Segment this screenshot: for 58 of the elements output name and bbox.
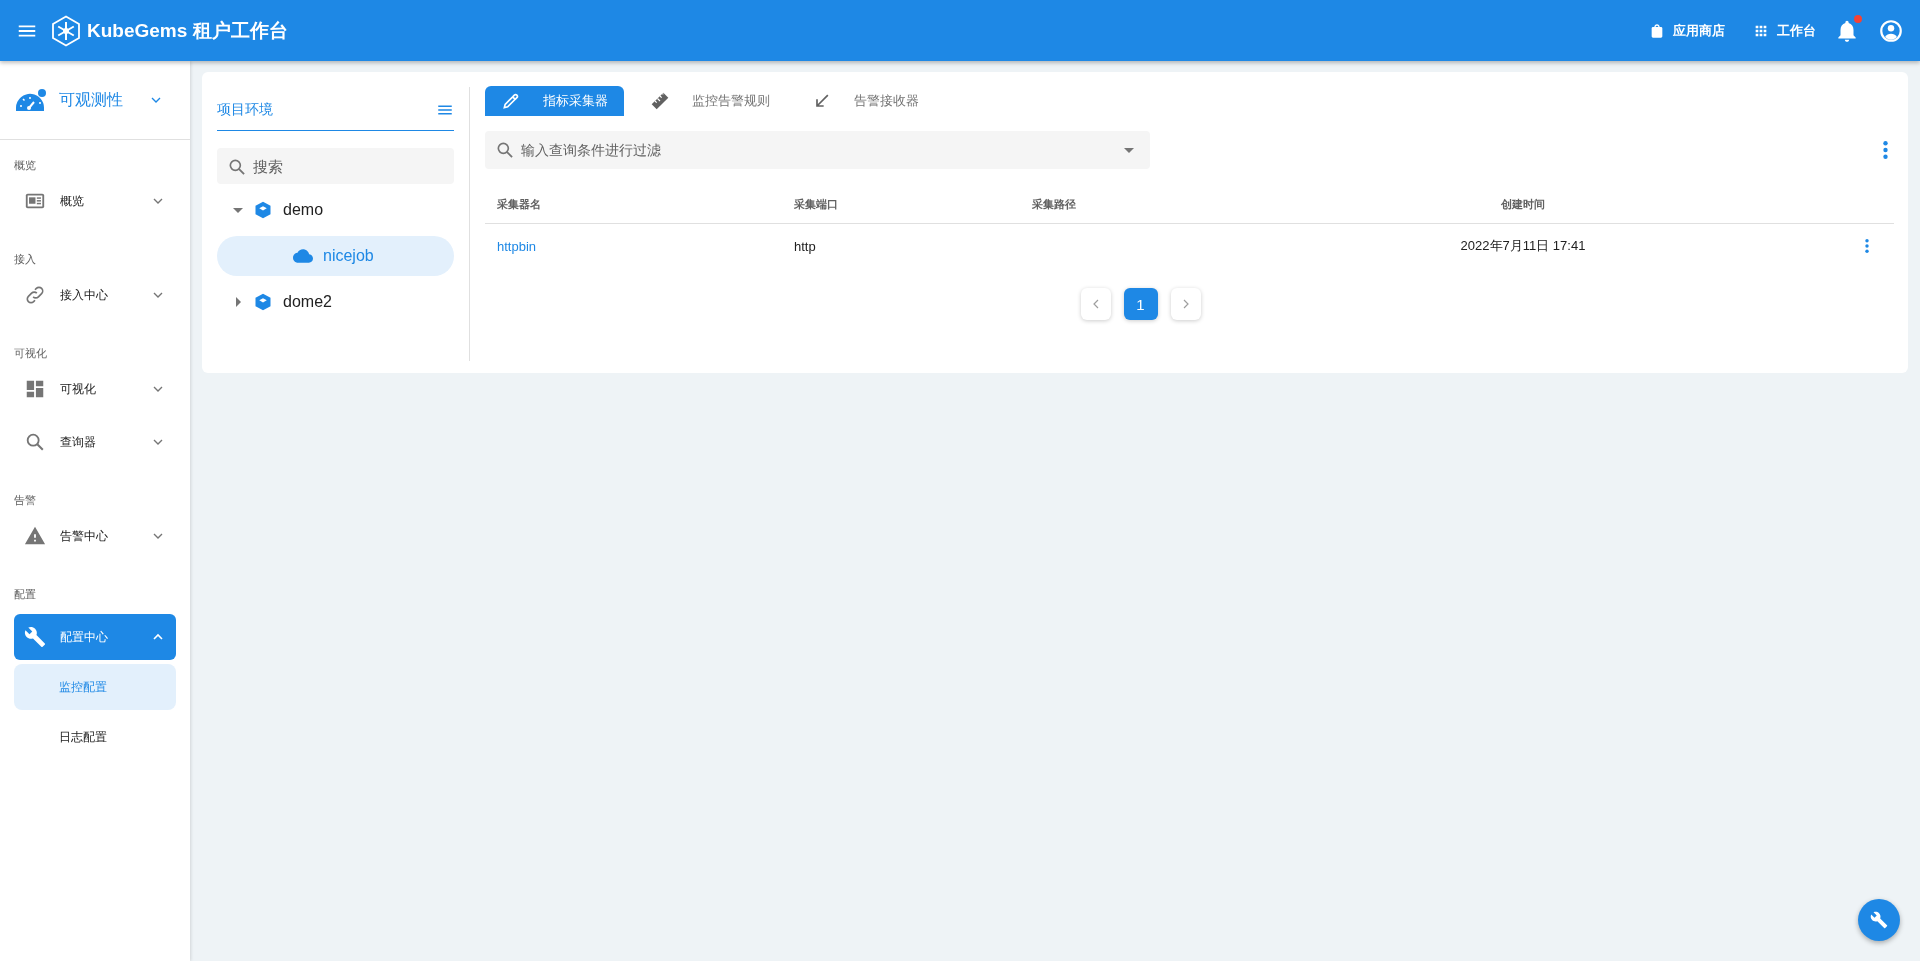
caret-down-icon xyxy=(233,207,243,213)
warning-icon xyxy=(24,525,46,547)
column-header: 创建时间 xyxy=(1500,196,1546,212)
wrench-icon xyxy=(1870,911,1888,929)
caret-right-icon xyxy=(235,297,241,307)
sidebar-subitem[interactable]: 监控配置 xyxy=(14,664,176,710)
nav-link[interactable]: 应用商店 xyxy=(1649,21,1725,40)
section-label: 概览 xyxy=(13,158,37,173)
store-bag-icon xyxy=(1649,22,1665,39)
tab[interactable]: 告警接收器 xyxy=(796,86,935,116)
sidebar-item[interactable]: 概览 xyxy=(14,181,176,221)
search-icon xyxy=(495,140,515,160)
column-header: 采集路径 xyxy=(1031,196,1077,212)
account-icon xyxy=(1878,17,1904,44)
filter-field[interactable]: 输入查询条件进行过滤 xyxy=(485,131,1150,169)
sidebar-item[interactable]: 可视化 xyxy=(14,369,176,409)
sidebar-item[interactable]: 查询器 xyxy=(14,422,176,462)
logo-icon xyxy=(50,14,82,47)
sidebar-item[interactable]: 接入中心 xyxy=(14,275,176,315)
page-button[interactable]: 1 xyxy=(1123,288,1158,320)
kebab-icon xyxy=(1865,239,1869,253)
cloud-icon xyxy=(293,246,313,266)
app-title: KubeGems 租户工作台 xyxy=(87,18,288,43)
tree-item[interactable]: nicejob xyxy=(217,236,454,276)
wrench-icon xyxy=(24,626,46,648)
link-icon xyxy=(24,284,46,306)
dashboard-icon xyxy=(24,378,46,400)
section-label: 告警 xyxy=(13,493,37,508)
account-button[interactable] xyxy=(1878,17,1904,44)
search-icon xyxy=(24,431,46,453)
ruler-icon xyxy=(650,91,670,111)
tab[interactable]: 指标采集器 xyxy=(485,86,624,116)
sidebar-item[interactable]: 配置中心 xyxy=(14,614,176,660)
table-cell-text: http xyxy=(793,238,817,254)
section-label: 接入 xyxy=(13,252,37,267)
tree-item[interactable]: demo xyxy=(217,190,454,230)
dropdown-icon xyxy=(1124,148,1134,153)
row-actions-button[interactable] xyxy=(1865,239,1869,253)
search-icon xyxy=(227,157,247,177)
more-button[interactable] xyxy=(1883,141,1888,159)
tree-item[interactable]: dome2 xyxy=(217,282,454,322)
tab[interactable]: 监控告警规则 xyxy=(634,86,786,116)
table-cell-text: 2022年7月11日 17:41 xyxy=(1459,237,1587,255)
panel-title: 项目环境 xyxy=(217,101,273,119)
column-header: 采集器名 xyxy=(496,196,542,212)
kebab-icon xyxy=(1883,141,1888,159)
column-header: 采集端口 xyxy=(793,196,839,212)
nav-link[interactable]: 工作台 xyxy=(1753,21,1816,40)
search-field[interactable]: 搜索 xyxy=(217,148,454,184)
section-label: 可视化 xyxy=(13,346,48,361)
name-link[interactable]: httpbin xyxy=(485,238,782,254)
section-label: 配置 xyxy=(13,587,37,602)
category-selector[interactable]: 可观测性 xyxy=(0,61,190,139)
cube-icon xyxy=(253,200,273,220)
cube-icon xyxy=(253,292,273,312)
sidebar-item[interactable]: 告警中心 xyxy=(14,516,176,556)
settings-button[interactable] xyxy=(1858,899,1900,941)
sidebar-subitem[interactable]: 日志配置 xyxy=(14,714,176,760)
